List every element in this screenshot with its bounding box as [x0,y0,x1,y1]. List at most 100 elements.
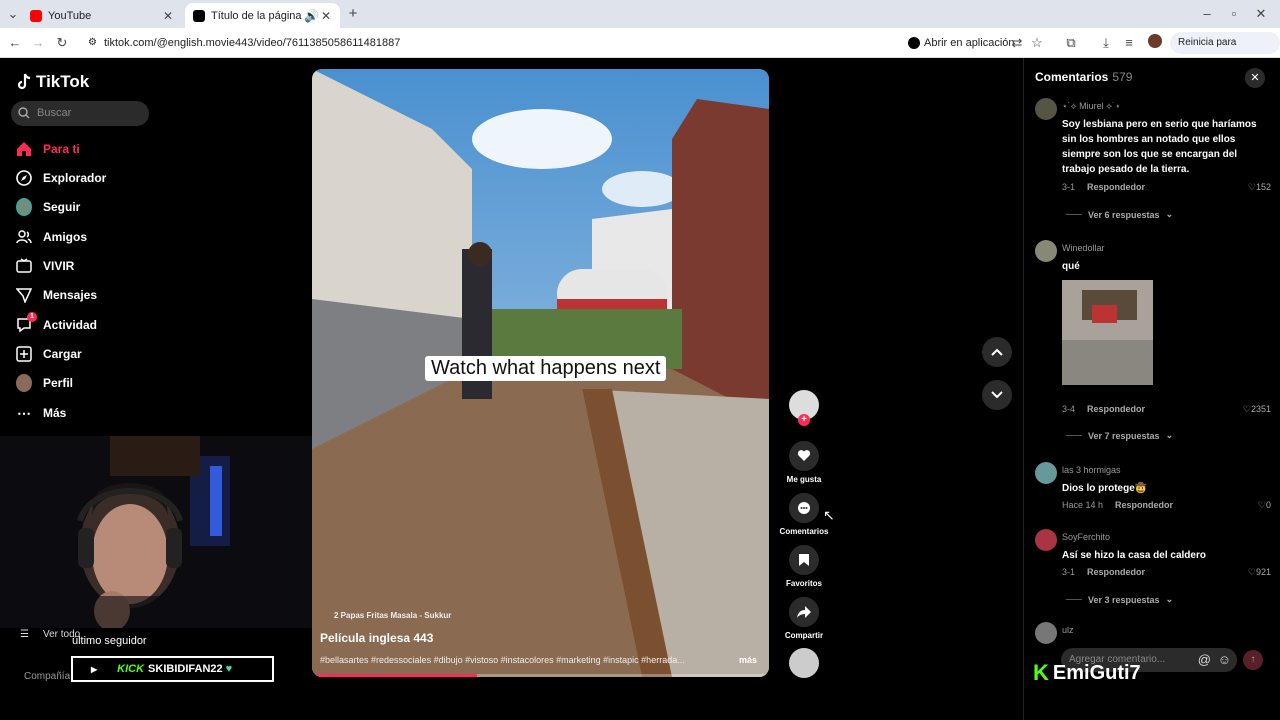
nav-seguir[interactable]: Seguir [16,196,80,218]
site-info-icon[interactable]: ⚙ [88,32,97,54]
view-replies-label: Ver 6 respuestas [1088,209,1160,220]
open-in-app-button[interactable]: Abrir en aplicación [902,32,1021,54]
avatar[interactable] [1035,622,1057,644]
next-video-button[interactable] [982,380,1012,410]
favorites-label: Favoritos [785,579,822,588]
browser-tab-strip: ⌄ YouTube ✕ Título de la página de inici… [0,0,1280,28]
compass-icon [16,170,32,186]
close-window-icon[interactable]: ✕ [1252,5,1270,23]
comment-item: ⋆˙⟡ Miurel ⟡˙⋆ Soy lesbiana pero en seri… [1035,98,1271,228]
comment-image[interactable] [1062,280,1153,385]
comment-like-button[interactable]: ♡2351 [1243,404,1271,415]
video-progress-bar[interactable] [312,674,769,677]
emoji-icon[interactable]: ☺ [1218,648,1231,672]
nav-cargar[interactable]: Cargar [16,343,82,365]
notification-badge: 1 [27,312,37,322]
follower-name: SKIBIDIFAN22 [148,663,223,675]
bookmark-star-icon[interactable]: ☆ [1028,34,1046,52]
avatar[interactable] [1035,98,1057,120]
nav-explorador[interactable]: Explorador [16,167,106,189]
reply-button[interactable]: Respondedor [1115,500,1173,510]
comment-meta: 3-1 Respondedor [1062,182,1145,192]
nav-perfil[interactable]: Perfil [16,372,73,394]
translate-icon[interactable]: ⇄ [1008,34,1026,52]
restart-update-button[interactable]: Reinicia para actualizar ⋮ [1170,32,1280,70]
comments-count: 579 [1112,70,1133,84]
reply-button[interactable]: Respondedor [1087,182,1145,192]
close-comments-button[interactable]: ✕ [1245,68,1265,88]
nav-mensajes[interactable]: Mensajes [16,284,97,306]
creator-avatar-button[interactable]: + [769,390,839,426]
tab-title: Título de la página de inicio [211,9,304,22]
reply-button[interactable]: Respondedor [1087,567,1145,577]
comment-username[interactable]: Winedollar [1062,243,1105,253]
profile-avatar-icon [16,374,32,392]
view-replies-label: Ver 3 respuestas [1088,594,1160,605]
close-tab-icon[interactable]: ✕ [320,9,332,23]
comment-username[interactable]: ulz [1062,625,1074,635]
comment-username[interactable]: las 3 hormigas [1062,465,1121,475]
tab-youtube[interactable]: YouTube ✕ [22,3,182,28]
nav-amigos[interactable]: Amigos [16,226,87,248]
comment-username[interactable]: SoyFerchito [1062,532,1110,542]
nav-para-ti[interactable]: Para ti [16,138,80,160]
view-replies-label: Ver 7 respuestas [1088,430,1160,441]
nav-vivir[interactable]: VIVIR [16,255,74,277]
video-player[interactable]: Watch what happens next 2 Papas Fritas M… [312,69,769,677]
footer-company-link[interactable]: Compañía [24,671,70,682]
share-button[interactable]: Compartir [769,597,839,640]
back-icon[interactable]: ← [6,34,24,52]
tab-tiktok[interactable]: Título de la página de inicio 🔊 ✕ [185,3,340,28]
reload-icon[interactable]: ↻ [53,34,71,52]
sound-name[interactable]: 2 Papas Fritas Masala - Sukkur [334,611,451,620]
webcam-image [0,436,342,628]
messages-icon [16,287,32,303]
downloads-icon[interactable]: ⤓ [1097,34,1115,52]
comment-like-button[interactable]: ♡0 [1258,500,1271,511]
more-icon: ⋯ [17,404,31,421]
tab-search-icon[interactable]: ⌄ [4,5,22,23]
arrow-up-icon: ↑ [1250,654,1256,665]
avatar[interactable] [1035,240,1057,262]
forward-icon[interactable]: → [29,34,47,52]
maximize-icon[interactable]: ▫ [1225,5,1243,23]
creator-avatar: + [789,390,819,426]
chevron-up-icon [991,348,1003,356]
comment-like-button[interactable]: ♡152 [1248,182,1271,193]
new-tab-icon[interactable]: + [344,5,362,23]
audio-icon[interactable]: 🔊 [304,9,319,23]
nav-mas[interactable]: ⋯ Más [16,402,66,424]
view-replies-button[interactable]: Ver 6 respuestas ⌄ [1066,209,1173,220]
address-bar[interactable]: ⚙ tiktok.com/@english.movie443/video/761… [80,32,980,54]
video-hashtags[interactable]: #bellasartes #redessociales #dibujo #vis… [320,655,760,665]
minimize-icon[interactable]: – [1198,5,1216,23]
close-tab-icon[interactable]: ✕ [162,9,174,23]
mention-icon[interactable]: @ [1198,648,1211,672]
list-icon: ☰ [20,629,29,640]
comment-date: Hace 14 h [1062,500,1104,510]
nav-actividad[interactable]: 1 Actividad [16,312,97,336]
previous-video-button[interactable] [982,337,1012,367]
youtube-favicon-icon [30,9,42,22]
avatar[interactable] [1035,462,1057,484]
view-replies-button[interactable]: Ver 7 respuestas ⌄ [1066,430,1173,441]
comment-text: qué [1062,261,1080,272]
tiktok-logo[interactable]: TikTok [16,72,89,92]
sound-avatar-button[interactable] [769,648,839,682]
profile-avatar-icon[interactable] [1146,34,1164,52]
comment-like-count: 0 [1265,500,1271,510]
extensions-icon[interactable]: ⧉ [1062,34,1080,52]
media-control-icon[interactable]: ≡ [1120,34,1138,52]
send-comment-button[interactable]: ↑ [1243,650,1263,670]
search-input[interactable]: Buscar [11,101,149,126]
comments-title: Comentarios [1035,70,1109,84]
comment-like-button[interactable]: ♡921 [1248,567,1271,578]
reply-button[interactable]: Respondedor [1087,404,1145,414]
favorites-button[interactable]: Favoritos [769,545,839,588]
like-button[interactable]: Me gusta [769,441,839,484]
view-replies-button[interactable]: Ver 3 respuestas ⌄ [1066,594,1173,605]
follow-plus-icon[interactable]: + [798,414,810,426]
comment-username[interactable]: ⋆˙⟡ Miurel ⟡˙⋆ [1062,101,1121,112]
avatar[interactable] [1035,529,1057,551]
more-link[interactable]: más [739,655,757,665]
